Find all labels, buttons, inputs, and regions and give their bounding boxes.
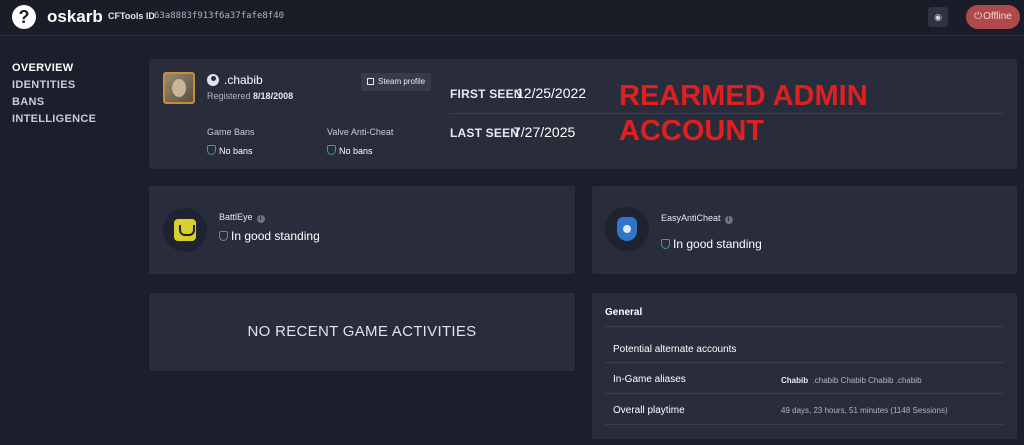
general-panel: General Potential alternate accounts In-… [592,293,1017,439]
eac-panel: EasyAntiCheat i In good standing [592,186,1017,274]
status-button-label: Offline [983,11,1012,22]
vac-value: No bans [327,145,373,156]
sidebar-nav: OVERVIEW IDENTITIES BANS INTELLIGENCE [12,62,96,130]
annotation-overlay: REARMED ADMIN ACCOUNT [619,79,1009,149]
top-bar: ? oskarb CFTools ID 63a8883f913f6a37fafe… [0,0,1024,36]
battleye-name-text: BattlEye [219,212,253,222]
eac-name: EasyAntiCheat i [661,213,733,224]
eac-status: In good standing [661,237,762,251]
last-seen-label: LAST SEEN [450,126,520,140]
eye-icon: ◉ [934,12,942,22]
general-title: General [605,307,643,318]
info-icon[interactable]: i [256,215,265,223]
sidebar-item-identities[interactable]: IDENTITIES [12,79,96,96]
help-logo-icon[interactable]: ? [12,5,36,29]
battleye-logo-icon [163,208,207,252]
divider [605,393,1004,394]
steam-profile-label: Steam profile [378,77,426,86]
first-seen-value: 12/25/2022 [516,85,587,101]
playtime-label: Overall playtime [613,405,685,416]
battleye-name: BattlEye i [219,212,265,223]
game-bans-value: No bans [207,145,253,156]
sidebar-item-bans[interactable]: BANS [12,96,96,113]
game-bans-text: No bans [219,146,253,156]
power-icon: ⏻ [974,11,983,22]
username: oskarb [47,7,103,26]
battleye-status-text: In good standing [231,229,320,243]
status-button[interactable]: ⏻Offline [966,5,1020,29]
avatar [163,72,195,104]
battleye-panel: BattlEye i In good standing [149,186,575,274]
sidebar-item-overview[interactable]: OVERVIEW [12,62,96,79]
vac-label: Valve Anti-Cheat [327,127,394,137]
info-icon[interactable]: i [724,216,733,224]
external-link-icon [367,78,374,85]
shield-icon [207,145,216,155]
shield-icon [661,239,670,249]
overlay-line-1: REARMED ADMIN [619,80,868,112]
registered-date: Registered 8/18/2008 [207,91,293,101]
sidebar-item-intelligence[interactable]: INTELLIGENCE [12,113,96,130]
cftools-id-label: CFTools ID [108,11,155,21]
playtime-value: 49 days, 23 hours, 51 minutes (1148 Sess… [781,406,948,415]
battleye-status: In good standing [219,229,320,243]
watch-toggle-button[interactable]: ◉ [928,7,948,27]
game-activities-panel: NO RECENT GAME ACTIVITIES [149,293,575,371]
aliases-label: In-Game aliases [613,374,686,385]
divider [605,326,1004,327]
eac-status-text: In good standing [673,237,762,251]
no-activities-text: NO RECENT GAME ACTIVITIES [247,323,477,340]
registered-label: Registered [207,91,251,101]
shield-icon [219,231,228,241]
divider [605,362,1004,363]
first-seen-label: FIRST SEEN [450,87,523,101]
alias-others: .chabib Chabib Chabib .chabib [812,376,922,385]
aliases-value: Chabib .chabib Chabib Chabib .chabib [781,376,922,385]
profile-panel: .chabib Registered 8/18/2008 Steam profi… [149,59,1017,169]
shield-icon [327,145,336,155]
steam-name: .chabib [224,73,263,87]
alt-accounts-label: Potential alternate accounts [613,344,737,355]
game-bans-label: Game Bans [207,127,255,137]
cftools-id-value: 63a8883f913f6a37fafe8f40 [154,11,285,21]
vac-text: No bans [339,146,373,156]
eac-logo-icon [605,207,649,251]
last-seen-value: 7/27/2025 [513,124,576,140]
steam-profile-button[interactable]: Steam profile [361,73,431,91]
divider [605,424,1004,425]
steam-icon [207,74,219,86]
eac-name-text: EasyAntiCheat [661,213,721,223]
registered-value: 8/18/2008 [253,91,294,101]
alias-primary: Chabib [781,376,809,385]
overlay-line-2: ACCOUNT [619,115,764,147]
